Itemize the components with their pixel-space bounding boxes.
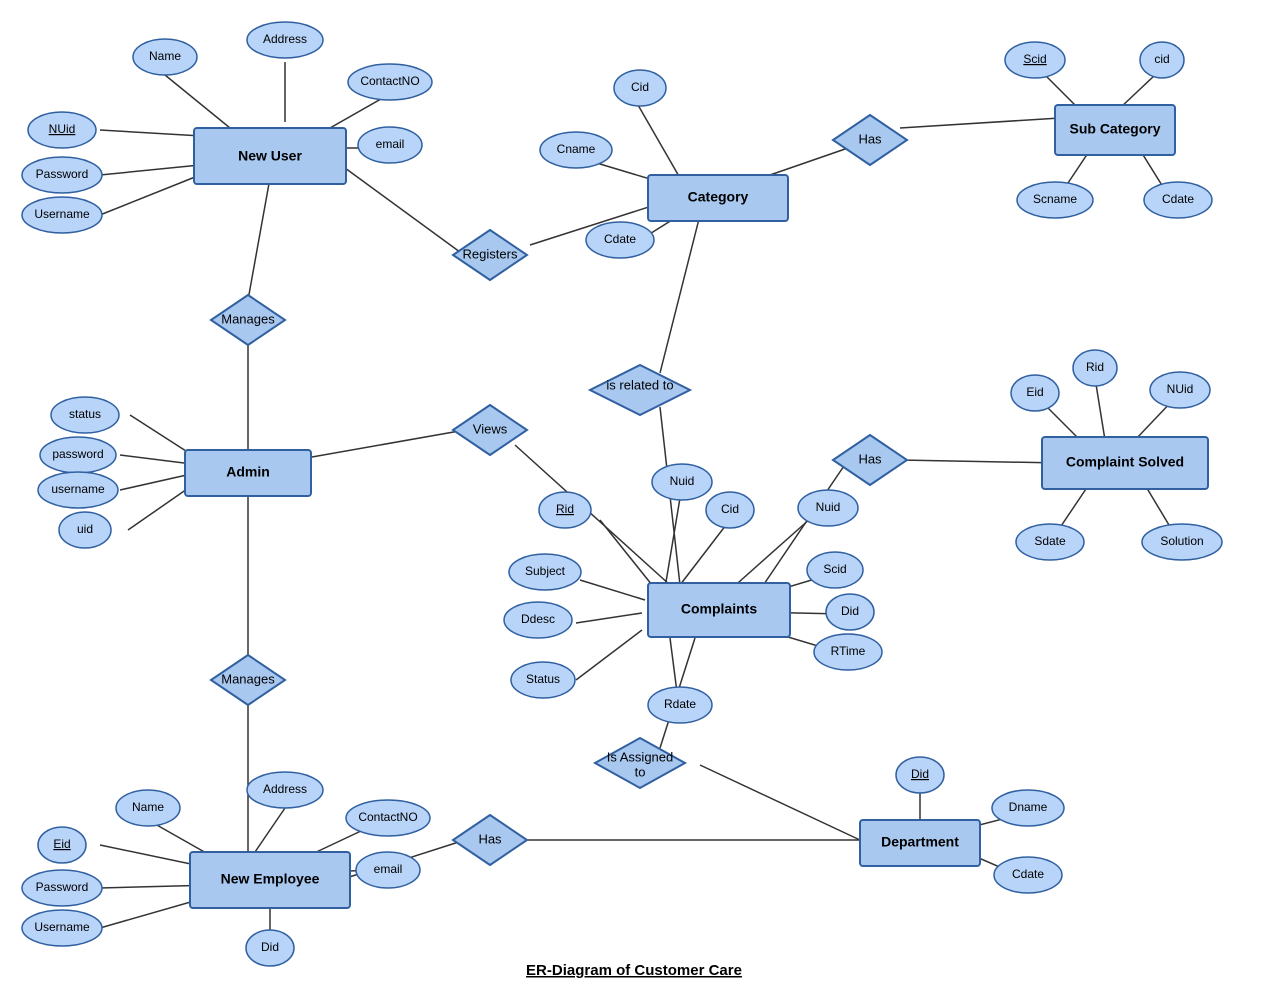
- attr-username-admin-text: username: [51, 482, 105, 496]
- attr-cdate-cat-text: Cdate: [604, 232, 636, 246]
- attr-scname-text: Scname: [1033, 192, 1077, 206]
- attr-nuid-text: NUid: [49, 122, 76, 136]
- attr-status-admin-text: status: [69, 407, 101, 421]
- attr-username-emp-text: Username: [34, 920, 90, 934]
- attr-name-user-text: Name: [149, 49, 181, 63]
- attr-did-dept-text: Did: [911, 767, 929, 781]
- attr-password-admin-text: password: [52, 447, 103, 461]
- attr-password-user-text: Password: [36, 167, 89, 181]
- attr-solution-text: Solution: [1160, 534, 1203, 548]
- rel-has2-label: Has: [858, 451, 882, 466]
- attr-cid-complaints-text: Cid: [721, 502, 739, 516]
- entity-sub-category-label: Sub Category: [1069, 121, 1160, 137]
- rel-manages2-label: Manages: [221, 671, 275, 686]
- attr-dname-text: Dname: [1009, 800, 1048, 814]
- rel-has3-label: Has: [478, 831, 502, 846]
- entity-category-label: Category: [688, 189, 749, 205]
- attr-rtime-text: RTime: [831, 644, 866, 658]
- entity-department-label: Department: [881, 834, 959, 850]
- attr-nuid2-complaints-text: Nuid: [816, 500, 841, 514]
- attr-cname-cat-text: Cname: [557, 142, 596, 156]
- attr-rid-cs-text: Rid: [1086, 360, 1104, 374]
- attr-did-complaints-text: Did: [841, 604, 859, 618]
- rel-views-label: Views: [473, 421, 508, 436]
- attr-cid-subcat-text: cid: [1154, 52, 1169, 66]
- attr-password-emp-text: Password: [36, 880, 89, 894]
- attr-contactno-user-text: ContactNO: [360, 74, 419, 88]
- attr-ddesc-text: Ddesc: [521, 612, 555, 626]
- attr-contactno-emp-text: ContactNO: [358, 810, 417, 824]
- attr-cdate-subcat-text: Cdate: [1162, 192, 1194, 206]
- attr-cdate-dept-text: Cdate: [1012, 867, 1044, 881]
- attr-eid-emp-text: Eid: [53, 837, 70, 851]
- attr-eid-cs-text: Eid: [1026, 385, 1043, 399]
- entity-new-employee-label: New Employee: [221, 871, 320, 887]
- er-diagram: New User Admin New Employee Category Sub…: [0, 0, 1269, 998]
- attr-nuid-cs-text: NUid: [1167, 382, 1194, 396]
- attr-subject-text: Subject: [525, 564, 566, 578]
- rel-is-related-to-label: is related to: [606, 377, 673, 392]
- attr-uid-admin-text: uid: [77, 522, 93, 536]
- rel-registers-label: Registers: [463, 246, 518, 261]
- attr-did-emp-text: Did: [261, 940, 279, 954]
- attr-name-emp-text: Name: [132, 800, 164, 814]
- attr-sdate-text: Sdate: [1034, 534, 1066, 548]
- entity-complaint-solved-label: Complaint Solved: [1066, 454, 1184, 470]
- attr-scid-complaints-text: Scid: [823, 562, 846, 576]
- entity-admin-label: Admin: [226, 464, 270, 480]
- attr-nuid-complaints-text: Nuid: [670, 474, 695, 488]
- attr-email-emp-text: email: [374, 862, 403, 876]
- rel-is-assigned-to-label2: to: [635, 764, 646, 779]
- attr-rdate-text: Rdate: [664, 697, 696, 711]
- attr-address-emp-text: Address: [263, 782, 307, 796]
- attr-username-user-text: Username: [34, 207, 90, 221]
- rel-manages1-label: Manages: [221, 311, 275, 326]
- attr-scid-text: Scid: [1023, 52, 1046, 66]
- attr-address-user-text: Address: [263, 32, 307, 46]
- attr-email-user-text: email: [376, 137, 405, 151]
- attr-status-complaints-text: Status: [526, 672, 560, 686]
- rel-is-assigned-to-label: Is Assigned: [607, 749, 674, 764]
- entity-complaints-label: Complaints: [681, 601, 757, 617]
- attr-rid-complaints-text: Rid: [556, 502, 574, 516]
- rel-has1-label: Has: [858, 131, 882, 146]
- attr-cid-cat-text: Cid: [631, 80, 649, 94]
- diagram-title: ER-Diagram of Customer Care: [526, 962, 742, 979]
- entity-new-user-label: New User: [238, 148, 302, 164]
